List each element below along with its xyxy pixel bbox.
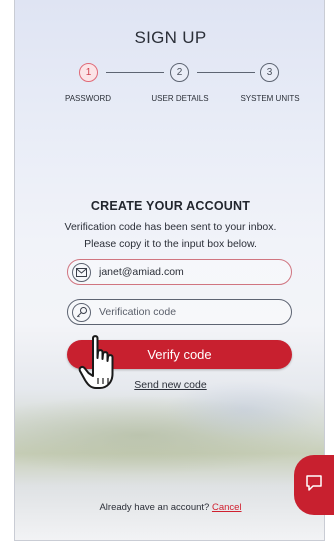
- envelope-icon: [72, 262, 91, 282]
- hand-pointer-icon: [78, 334, 124, 392]
- step-2-label: USER DETAILS: [151, 94, 209, 103]
- step-2-indicator: 2: [170, 63, 189, 82]
- email-input[interactable]: [99, 266, 279, 278]
- chat-button[interactable]: [294, 455, 334, 515]
- already-have-account: Already have an account? Cancel: [15, 502, 324, 513]
- page-title: SIGN UP: [134, 28, 207, 47]
- step-3-label: SYSTEM UNITS: [240, 94, 300, 103]
- step-connector: [197, 72, 255, 73]
- already-have-account-text: Already have an account?: [99, 502, 210, 513]
- form-heading: CREATE YOUR ACCOUNT: [90, 199, 251, 213]
- step-3-indicator: 3: [260, 63, 279, 82]
- key-icon: [72, 302, 91, 322]
- info-text-line1: Verification code has been sent to your …: [64, 221, 277, 233]
- step-1-indicator: 1: [79, 63, 98, 82]
- step-connector: [106, 72, 164, 73]
- email-field[interactable]: [67, 259, 292, 285]
- verification-code-field[interactable]: [67, 299, 292, 325]
- step-1-label: PASSWORD: [64, 94, 112, 103]
- signup-panel: SIGN UP 1 2 3 PASSWORD USER DETAILS SYST…: [14, 0, 325, 541]
- verification-code-input[interactable]: [99, 306, 279, 318]
- cancel-link[interactable]: Cancel: [212, 502, 242, 513]
- chat-bubble-icon: [305, 474, 323, 497]
- info-text-line2: Please copy it to the input box below.: [84, 238, 257, 250]
- send-new-code-link[interactable]: Send new code: [15, 379, 324, 391]
